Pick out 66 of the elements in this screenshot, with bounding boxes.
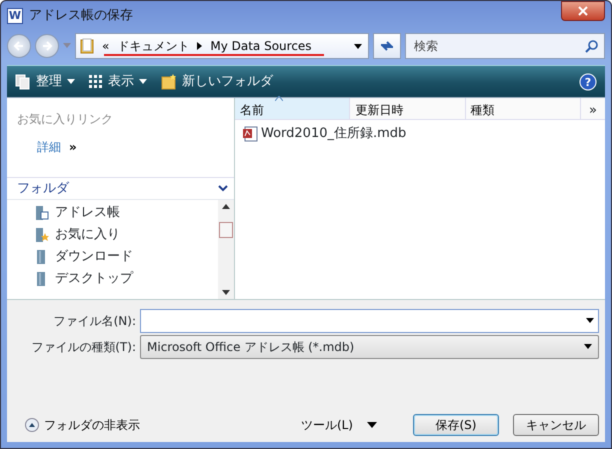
pages-icon: [15, 74, 31, 90]
database-file-icon: [242, 126, 258, 142]
app-icon: W: [7, 8, 23, 24]
search-icon: [585, 40, 598, 52]
scroll-thumb[interactable]: [219, 222, 233, 238]
breadcrumb-item[interactable]: ドキュメント: [117, 37, 190, 55]
file-name-field[interactable]: [140, 308, 599, 332]
dropdown-caret-icon[interactable]: [354, 44, 362, 48]
dropdown-caret-icon: [586, 318, 594, 323]
save-button[interactable]: 保存(S): [413, 414, 499, 436]
folder-item[interactable]: お気に入り: [35, 224, 218, 246]
column-header[interactable]: 種類: [466, 98, 582, 119]
dropdown-caret-icon: [67, 79, 75, 84]
folder-label: デスクトップ: [55, 270, 133, 288]
close-button[interactable]: [561, 1, 605, 21]
new-folder-icon: [161, 74, 177, 90]
back-button[interactable]: [7, 34, 31, 58]
refresh-arrows-icon: [379, 39, 395, 53]
toolbar-button[interactable]: 表示: [89, 72, 147, 92]
breadcrumb-separator-icon[interactable]: [197, 42, 202, 50]
folder-item[interactable]: アドレス帳: [35, 202, 218, 224]
overflow-chevron[interactable]: «: [102, 37, 110, 55]
folder-icon: [80, 38, 94, 54]
forward-button[interactable]: [35, 34, 59, 58]
toolbar-button[interactable]: 新しいフォルダ: [161, 72, 273, 92]
scroll-down-icon[interactable]: [222, 290, 230, 295]
search-field[interactable]: 検索: [412, 36, 585, 56]
dropdown-caret-icon: [139, 79, 147, 84]
column-header[interactable]: 更新日時: [350, 98, 466, 119]
collapse-up-icon: [25, 418, 39, 432]
breadcrumb-item[interactable]: My Data Sources: [210, 37, 312, 55]
grid-icon: [89, 74, 103, 88]
contacts-folder-icon: [35, 205, 49, 221]
help-icon[interactable]: ?: [579, 72, 597, 90]
sort-caret-icon: [275, 96, 283, 101]
file-item[interactable]: Word2010_住所録.mdb: [235, 120, 605, 148]
file-type-dropdown[interactable]: Microsoft Office アドレス帳 (*.mdb): [140, 334, 599, 358]
folder-label: お気に入り: [55, 226, 120, 244]
address-bar[interactable]: « ドキュメント My Data Sources: [75, 33, 369, 59]
dropdown-caret-icon: [367, 422, 377, 428]
dropdown-caret-icon: [584, 344, 592, 349]
folder-item[interactable]: ダウンロード: [35, 246, 218, 268]
folder-label: ダウンロード: [55, 248, 133, 266]
hide-folders-button[interactable]: フォルダの非表示: [13, 416, 140, 434]
more-columns-chevron[interactable]: »: [581, 98, 605, 119]
cancel-button[interactable]: キャンセル: [513, 414, 599, 436]
search-box[interactable]: 検索: [405, 33, 605, 59]
folders-heading: フォルダ: [17, 180, 69, 198]
forward-arrow-icon: [41, 40, 53, 52]
folder-item[interactable]: デスクトップ: [35, 268, 218, 290]
favorite-links-heading: お気に入りリンク: [17, 111, 114, 128]
toolbar-button[interactable]: 整理: [15, 72, 75, 92]
scrollbar[interactable]: [218, 200, 234, 299]
more-link[interactable]: 詳細 »: [37, 138, 77, 156]
star-folder-icon: [35, 227, 49, 243]
column-header[interactable]: 名前: [235, 98, 350, 119]
scroll-up-icon[interactable]: [222, 204, 230, 209]
window-title: アドレス帳の保存: [29, 7, 133, 26]
close-icon: [578, 6, 588, 16]
file-type-label: ファイルの種類(T):: [30, 338, 136, 356]
refresh-button[interactable]: [373, 33, 401, 59]
folders-header[interactable]: フォルダ: [7, 178, 234, 200]
folder-label: アドレス帳: [55, 204, 120, 222]
back-arrow-icon: [13, 40, 25, 52]
file-name-label: ファイル名(N):: [52, 312, 136, 330]
tools-menu[interactable]: ツール(L): [294, 415, 383, 435]
